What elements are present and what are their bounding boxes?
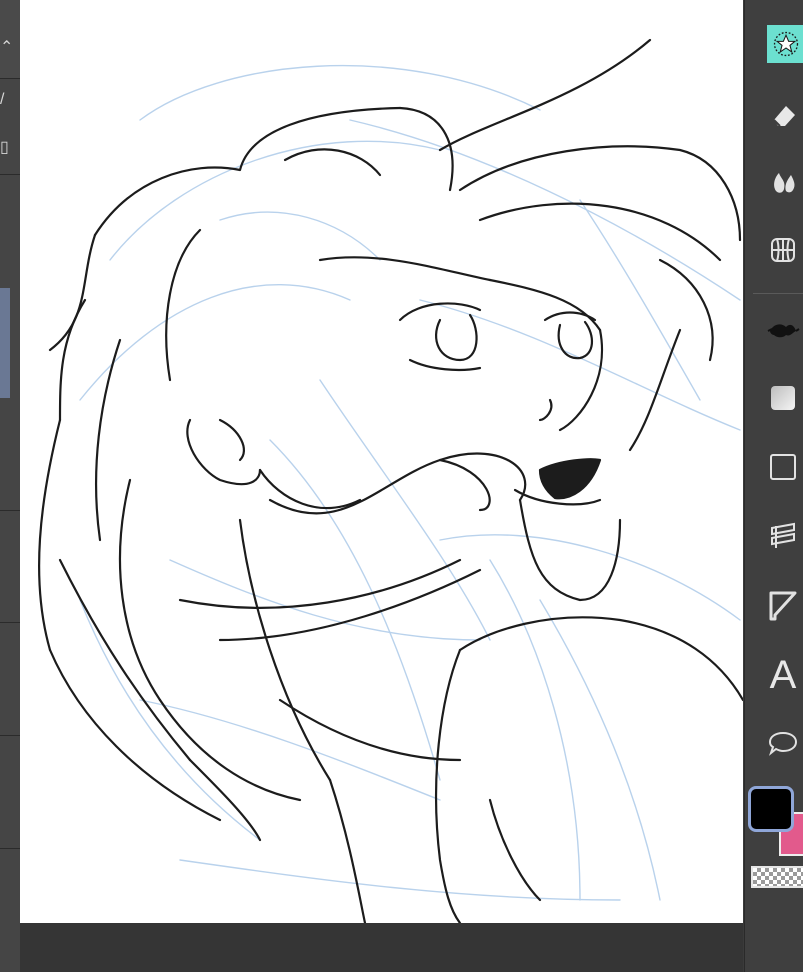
pen-icon[interactable]: / [0,92,4,108]
chevron-updown-icon[interactable]: ⌃ [0,40,13,56]
main-color-swatch[interactable] [748,786,794,832]
gradient-tool-icon[interactable] [763,378,803,418]
perspective-ruler-icon[interactable] [763,230,803,270]
tool-strip: A [744,0,803,972]
ruler-tool-icon[interactable] [763,585,803,625]
left-panel: ⌃ / ▯ [0,0,20,972]
canvas-bottom-bar [20,923,743,972]
artwork-line-art [38,38,743,923]
favorite-tool-icon[interactable] [767,25,803,63]
figure-tool-icon[interactable] [763,447,803,487]
fill-bucket-icon[interactable] [763,308,803,348]
panel-icon[interactable]: ▯ [0,140,9,156]
blend-tool-icon[interactable] [763,162,803,202]
text-tool-icon[interactable]: A [763,655,803,695]
drawing-canvas[interactable] [20,0,743,923]
selected-layer-indicator[interactable] [0,288,10,398]
frame-border-icon[interactable] [763,515,803,555]
eraser-tool-icon[interactable] [763,95,803,135]
balloon-tool-icon[interactable] [763,722,803,762]
transparent-color-swatch[interactable] [751,866,803,888]
text-tool-glyph: A [769,653,797,697]
